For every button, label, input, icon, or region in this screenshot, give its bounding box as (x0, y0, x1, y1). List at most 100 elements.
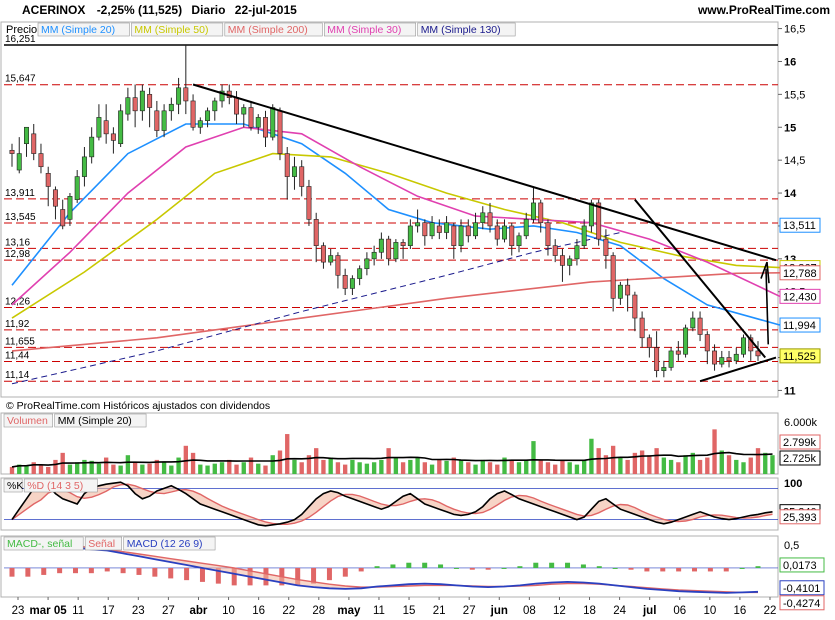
candle-body (270, 107, 276, 138)
volume-bar (263, 465, 268, 474)
candle-body (407, 225, 413, 246)
candle-body (741, 337, 746, 355)
legend-entry: Señal (88, 538, 115, 550)
price-tick-label: 16,5 (784, 24, 805, 36)
price-value-tag-text: 11,994 (783, 320, 816, 332)
candle-body (96, 117, 102, 138)
volume-bar (67, 464, 73, 474)
candle-body (349, 278, 355, 289)
x-tick-label: 27 (162, 605, 175, 617)
x-tick-label: 17 (102, 605, 115, 617)
price-level-label: 15,647 (5, 74, 36, 85)
candle-body (132, 97, 138, 112)
candle-body (596, 202, 602, 240)
legend-entry: Volumen (7, 415, 48, 427)
legend-entry: %D (14 3 5) (27, 480, 83, 492)
price-value-tag-text: 12,788 (783, 268, 817, 280)
candle-body (197, 120, 203, 128)
price-level-label: 11,655 (5, 336, 35, 347)
candle-body (733, 353, 739, 362)
candle-body (52, 189, 58, 207)
macd-histogram-bar (104, 567, 110, 572)
volume-bar (618, 457, 623, 474)
x-tick-label: 16 (252, 605, 265, 617)
volume-bar (234, 464, 239, 474)
macd-value-tag-text: 0,0173 (783, 560, 817, 572)
candle-body (588, 202, 594, 227)
macd-histogram-bar (644, 567, 650, 572)
candle-body (494, 225, 500, 240)
macd-histogram-bar (565, 562, 571, 568)
macd-histogram-bar (342, 567, 348, 577)
volume-bar (545, 462, 551, 474)
macd-histogram-bar (739, 567, 745, 569)
volume-bar (705, 457, 710, 474)
volume-bar (103, 457, 109, 474)
x-tick-label: 23 (132, 605, 145, 617)
volume-bar (198, 464, 203, 474)
candle-body (393, 242, 399, 260)
candle-body (473, 222, 479, 237)
macd-histogram-bar (374, 566, 380, 568)
macd-histogram-bar (88, 567, 94, 574)
candle-body (704, 334, 710, 352)
x-tick-label: 12 (553, 605, 566, 617)
candle-body (429, 222, 435, 237)
candle-body (451, 225, 457, 246)
macd-histogram-bar (120, 567, 126, 574)
volume-bar (227, 459, 232, 474)
x-tick-label: 15 (403, 605, 416, 617)
candle-body (603, 238, 609, 256)
x-tick-label: 08 (523, 605, 536, 617)
candle-body (625, 284, 631, 296)
price-tick-label: 15,5 (784, 89, 805, 101)
macd-histogram-bar (723, 567, 729, 572)
candle-body (328, 255, 334, 263)
volume-bar (429, 464, 435, 474)
candle-body (516, 235, 522, 246)
legend-entry: %K (7, 480, 23, 492)
candle-body (581, 225, 587, 246)
macd-histogram-bar (580, 564, 586, 568)
volume-bar (277, 450, 283, 474)
price-level-label: 11,44 (5, 350, 30, 361)
volume-bar (516, 462, 522, 474)
volume-bar (755, 448, 761, 474)
volume-bar (169, 465, 174, 474)
volume-bar (683, 455, 688, 474)
x-tick-label: 24 (613, 605, 626, 617)
candle-body (697, 317, 703, 335)
price-level-label: 11,92 (5, 319, 30, 330)
x-tick-label: 23 (12, 605, 25, 617)
volume-bar (299, 462, 304, 474)
volume-bar (256, 463, 261, 474)
candle-body (291, 166, 297, 177)
candle-body (465, 225, 471, 237)
volume-bar (567, 462, 572, 474)
volume-value-tag-text: 2.799k (783, 437, 817, 449)
volume-bar (132, 462, 138, 474)
candle-body (386, 238, 392, 260)
candle-body (118, 110, 124, 145)
price-level-label: 13,16 (5, 237, 30, 248)
x-tick-label: abr (190, 605, 208, 617)
volume-bar (408, 459, 413, 474)
site-link[interactable]: www.ProRealTime.com (698, 3, 830, 17)
candle-body (480, 212, 486, 223)
candle-body (60, 209, 66, 227)
volume-bar (205, 465, 210, 474)
volume-bar (53, 459, 58, 474)
candle-body (277, 110, 283, 154)
candle-body (690, 317, 696, 329)
price-tick-label: 14 (784, 188, 797, 200)
volume-value-tag-text: 2.725k (783, 453, 817, 465)
candle-body (255, 117, 261, 128)
candle-body (646, 337, 652, 348)
legend-entry: MM (Simple 50) (134, 24, 208, 36)
price-level-label: 13,545 (5, 212, 36, 223)
candle-body (538, 202, 544, 223)
candle-body (574, 245, 580, 260)
legend-entry: MM (Simple 200) (228, 24, 308, 36)
volume-bar (96, 463, 102, 474)
volume-bar (415, 457, 420, 474)
